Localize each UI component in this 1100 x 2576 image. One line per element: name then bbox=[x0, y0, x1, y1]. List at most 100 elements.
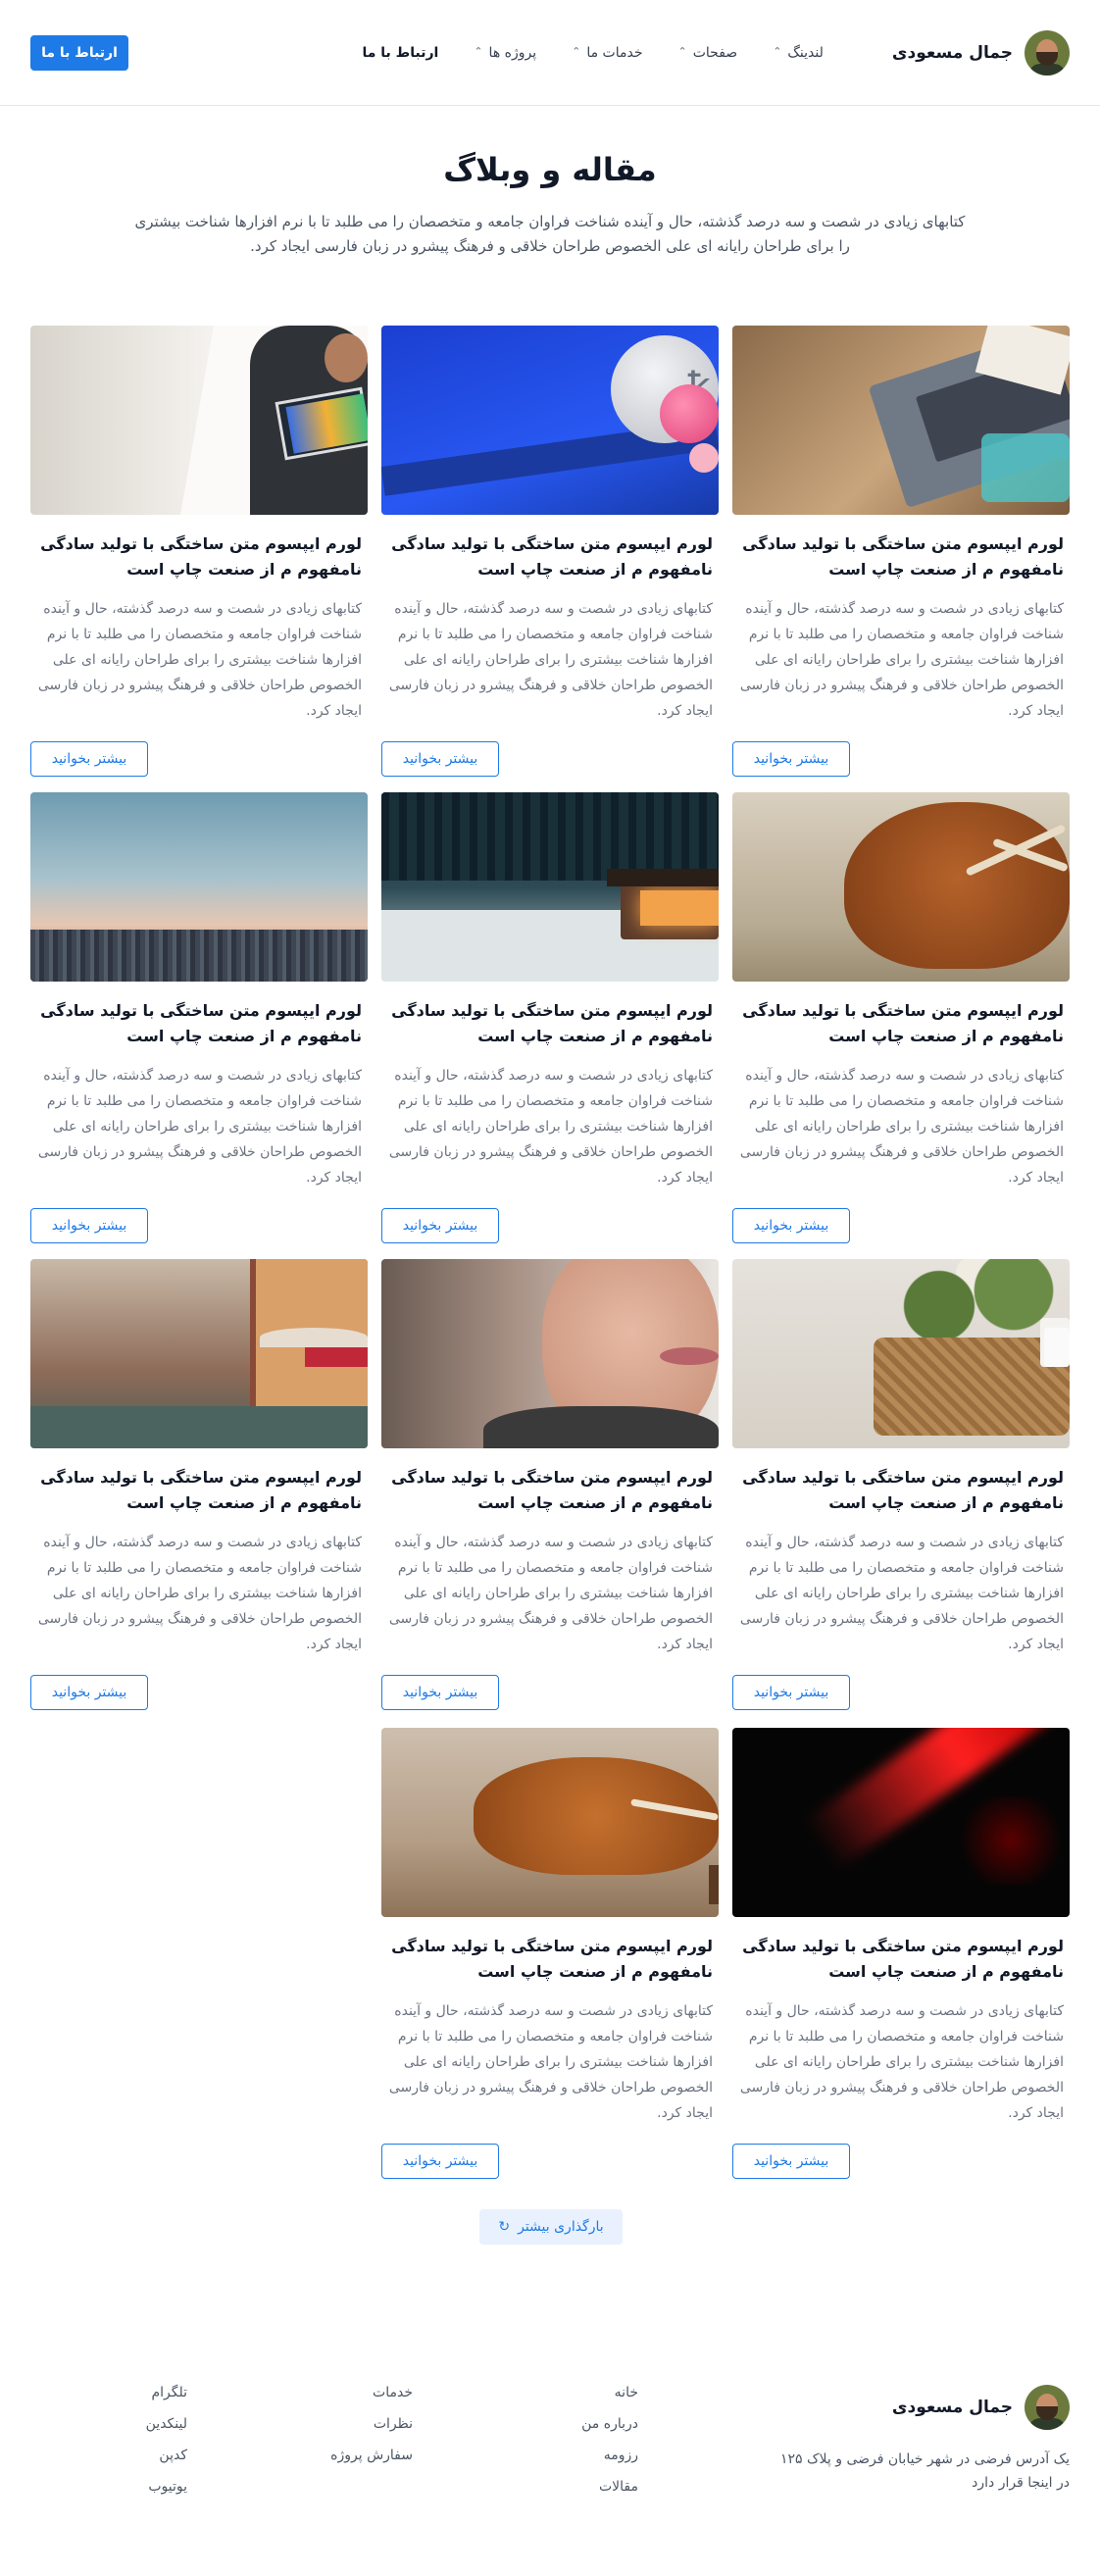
nav-item-label: پروژه ها bbox=[488, 44, 537, 61]
post-excerpt: کتابهای زیادی در شصت و سه درصد گذشته، حا… bbox=[37, 1535, 362, 1652]
post-excerpt: کتابهای زیادی در شصت و سه درصد گذشته، حا… bbox=[37, 1068, 362, 1186]
post-excerpt: کتابهای زیادی در شصت و سه درصد گذشته، حا… bbox=[739, 1068, 1064, 1186]
footer-link[interactable]: خدمات bbox=[330, 2385, 413, 2400]
read-more-button[interactable]: بیشتر بخوانید bbox=[381, 1675, 499, 1710]
page-subtitle: کتابهای زیادی در شصت و سه درصد گذشته، حا… bbox=[134, 213, 966, 255]
footer-link[interactable]: مقالات bbox=[581, 2479, 638, 2495]
post-excerpt: کتابهای زیادی در شصت و سه درصد گذشته، حا… bbox=[388, 1068, 713, 1186]
post-card[interactable]: لورم ایپسوم متن ساختگی با تولید سادگی نا… bbox=[732, 326, 1070, 784]
chevron-up-icon: ⌃ bbox=[677, 45, 687, 58]
post-excerpt: کتابهای زیادی در شصت و سه درصد گذشته، حا… bbox=[739, 1535, 1064, 1652]
post-card[interactable]: لورم ایپسوم متن ساختگی با تولید سادگی نا… bbox=[732, 792, 1070, 1251]
nav-item-label: لندینگ bbox=[787, 44, 824, 61]
post-excerpt: کتابهای زیادی در شصت و سه درصد گذشته، حا… bbox=[37, 601, 362, 719]
site-footer: جمال مسعودی یک آدرس فرضی در شهر خیابان ف… bbox=[30, 2373, 1070, 2500]
post-excerpt: کتابهای زیادی در شصت و سه درصد گذشته، حا… bbox=[739, 601, 1064, 719]
post-title[interactable]: لورم ایپسوم متن ساختگی با تولید سادگی نا… bbox=[30, 998, 368, 1049]
chevron-up-icon: ⌃ bbox=[474, 45, 483, 58]
post-excerpt: کتابهای زیادی در شصت و سه درصد گذشته، حا… bbox=[739, 2003, 1064, 2121]
read-more-button[interactable]: بیشتر بخوانید bbox=[30, 1675, 148, 1710]
brand-name: جمال مسعودی bbox=[891, 42, 1013, 63]
post-card[interactable]: لورم ایپسوم متن ساختگی با تولید سادگی نا… bbox=[381, 792, 719, 1251]
footer-link[interactable]: یوتیوب bbox=[146, 2479, 187, 2495]
post-title[interactable]: لورم ایپسوم متن ساختگی با تولید سادگی نا… bbox=[732, 998, 1070, 1049]
post-title[interactable]: لورم ایپسوم متن ساختگی با تولید سادگی نا… bbox=[381, 1934, 719, 1985]
post-image[interactable] bbox=[381, 792, 719, 982]
read-more-button[interactable]: بیشتر بخوانید bbox=[732, 741, 850, 777]
footer-links-social: تلگرام لینکدین کدپن یوتیوب bbox=[146, 2385, 187, 2495]
footer-links-services: خدمات نظرات سفارش پروژه bbox=[330, 2385, 413, 2463]
footer-brand: جمال مسعودی یک آدرس فرضی در شهر خیابان ف… bbox=[766, 2385, 1070, 2495]
chevron-up-icon: ⌃ bbox=[773, 45, 782, 58]
page-title: مقاله و وبلاگ bbox=[443, 151, 657, 188]
post-title[interactable]: لورم ایپسوم متن ساختگی با تولید سادگی نا… bbox=[30, 1465, 368, 1516]
post-image[interactable] bbox=[732, 1259, 1070, 1448]
footer-link[interactable]: درباره من bbox=[581, 2416, 638, 2432]
footer-link[interactable]: تلگرام bbox=[146, 2385, 187, 2400]
post-title[interactable]: لورم ایپسوم متن ساختگی با تولید سادگی نا… bbox=[381, 531, 719, 582]
nav-item-3[interactable]: پروژه ها ⌃ bbox=[474, 45, 536, 61]
nav-item-label: خدمات ما bbox=[586, 44, 643, 61]
footer-links-main: خانه درباره من رزومه مقالات bbox=[581, 2385, 638, 2495]
footer-link[interactable]: خانه bbox=[581, 2385, 638, 2400]
avatar bbox=[1025, 29, 1070, 76]
nav-item-0[interactable]: لندینگ ⌃ bbox=[773, 45, 824, 61]
footer-brand-name: جمال مسعودی bbox=[891, 2398, 1013, 2417]
post-excerpt: کتابهای زیادی در شصت و سه درصد گذشته، حا… bbox=[388, 1535, 713, 1652]
post-title[interactable]: لورم ایپسوم متن ساختگی با تولید سادگی نا… bbox=[732, 1465, 1070, 1516]
post-card[interactable]: لورم ایپسوم متن ساختگی با تولید سادگی نا… bbox=[30, 792, 368, 1251]
main-nav: لندینگ ⌃ صفحات ⌃ خدمات ما ⌃ پروژه ها ⌃ ارتباط با… bbox=[363, 45, 824, 61]
post-card[interactable]: لورم ایپسوم متن ساختگی با تولید سادگی نا… bbox=[381, 1728, 719, 2187]
post-card[interactable]: ꝁ لورم ایپسوم متن ساختگی با تولید سادگی ن… bbox=[381, 326, 719, 784]
post-image[interactable] bbox=[381, 1728, 719, 1917]
contact-cta-button[interactable]: ارتباط با ما bbox=[30, 34, 128, 71]
footer-avatar bbox=[1025, 2385, 1070, 2430]
read-more-button[interactable]: بیشتر بخوانید bbox=[381, 741, 499, 777]
post-image[interactable] bbox=[732, 326, 1070, 515]
post-image[interactable] bbox=[30, 326, 368, 515]
load-more-label: بارگذاری بیشتر bbox=[518, 2219, 604, 2235]
post-excerpt: کتابهای زیادی در شصت و سه درصد گذشته، حا… bbox=[388, 2003, 713, 2121]
nav-item-4[interactable]: ارتباط با ما bbox=[363, 45, 439, 61]
refresh-icon: ↻ bbox=[498, 2219, 511, 2235]
post-title[interactable]: لورم ایپسوم متن ساختگی با تولید سادگی نا… bbox=[732, 531, 1070, 582]
post-image[interactable] bbox=[30, 792, 368, 982]
footer-link[interactable]: نظرات bbox=[330, 2416, 413, 2432]
post-title[interactable]: لورم ایپسوم متن ساختگی با تولید سادگی نا… bbox=[30, 531, 368, 582]
nav-item-label: ارتباط با ما bbox=[362, 44, 439, 61]
post-card[interactable]: لورم ایپسوم متن ساختگی با تولید سادگی نا… bbox=[381, 1259, 719, 1718]
footer-link[interactable]: سفارش پروژه bbox=[330, 2448, 413, 2463]
nav-item-label: صفحات bbox=[692, 44, 738, 61]
nav-item-2[interactable]: خدمات ما ⌃ bbox=[572, 45, 642, 61]
footer-link[interactable]: رزومه bbox=[581, 2448, 638, 2463]
post-title[interactable]: لورم ایپسوم متن ساختگی با تولید سادگی نا… bbox=[381, 998, 719, 1049]
post-image[interactable]: ꝁ bbox=[381, 326, 719, 515]
read-more-button[interactable]: بیشتر بخوانید bbox=[732, 1208, 850, 1243]
site-header: جمال مسعودی لندینگ ⌃ صفحات ⌃ خدمات ما ⌃ پروژه … bbox=[0, 0, 1100, 106]
post-card[interactable]: لورم ایپسوم متن ساختگی با تولید سادگی نا… bbox=[732, 1728, 1070, 2187]
post-excerpt: کتابهای زیادی در شصت و سه درصد گذشته، حا… bbox=[388, 601, 713, 719]
post-title[interactable]: لورم ایپسوم متن ساختگی با تولید سادگی نا… bbox=[381, 1465, 719, 1516]
read-more-button[interactable]: بیشتر بخوانید bbox=[381, 2144, 499, 2179]
post-card[interactable]: لورم ایپسوم متن ساختگی با تولید سادگی نا… bbox=[732, 1259, 1070, 1718]
chevron-up-icon: ⌃ bbox=[572, 45, 581, 58]
read-more-button[interactable]: بیشتر بخوانید bbox=[732, 2144, 850, 2179]
read-more-button[interactable]: بیشتر بخوانید bbox=[381, 1208, 499, 1243]
post-title[interactable]: لورم ایپسوم متن ساختگی با تولید سادگی نا… bbox=[732, 1934, 1070, 1985]
post-card[interactable]: لورم ایپسوم متن ساختگی با تولید سادگی نا… bbox=[30, 326, 368, 784]
footer-link[interactable]: لینکدین bbox=[146, 2416, 187, 2432]
post-image[interactable] bbox=[381, 1259, 719, 1448]
load-more-button[interactable]: بارگذاری بیشتر ↻ bbox=[479, 2209, 623, 2245]
nav-item-1[interactable]: صفحات ⌃ bbox=[678, 45, 738, 61]
footer-link[interactable]: کدپن bbox=[146, 2448, 187, 2463]
read-more-button[interactable]: بیشتر بخوانید bbox=[732, 1675, 850, 1710]
brand[interactable]: جمال مسعودی bbox=[891, 29, 1070, 76]
post-card[interactable]: لورم ایپسوم متن ساختگی با تولید سادگی نا… bbox=[30, 1259, 368, 1718]
footer-address: یک آدرس فرضی در شهر خیابان فرضی و پلاک ۱… bbox=[780, 2451, 1070, 2491]
post-image[interactable] bbox=[732, 792, 1070, 982]
post-image[interactable] bbox=[30, 1259, 368, 1448]
hero: مقاله و وبلاگ کتابهای زیادی در شصت و سه … bbox=[0, 106, 1100, 259]
read-more-button[interactable]: بیشتر بخوانید bbox=[30, 741, 148, 777]
read-more-button[interactable]: بیشتر بخوانید bbox=[30, 1208, 148, 1243]
post-image[interactable] bbox=[732, 1728, 1070, 1917]
